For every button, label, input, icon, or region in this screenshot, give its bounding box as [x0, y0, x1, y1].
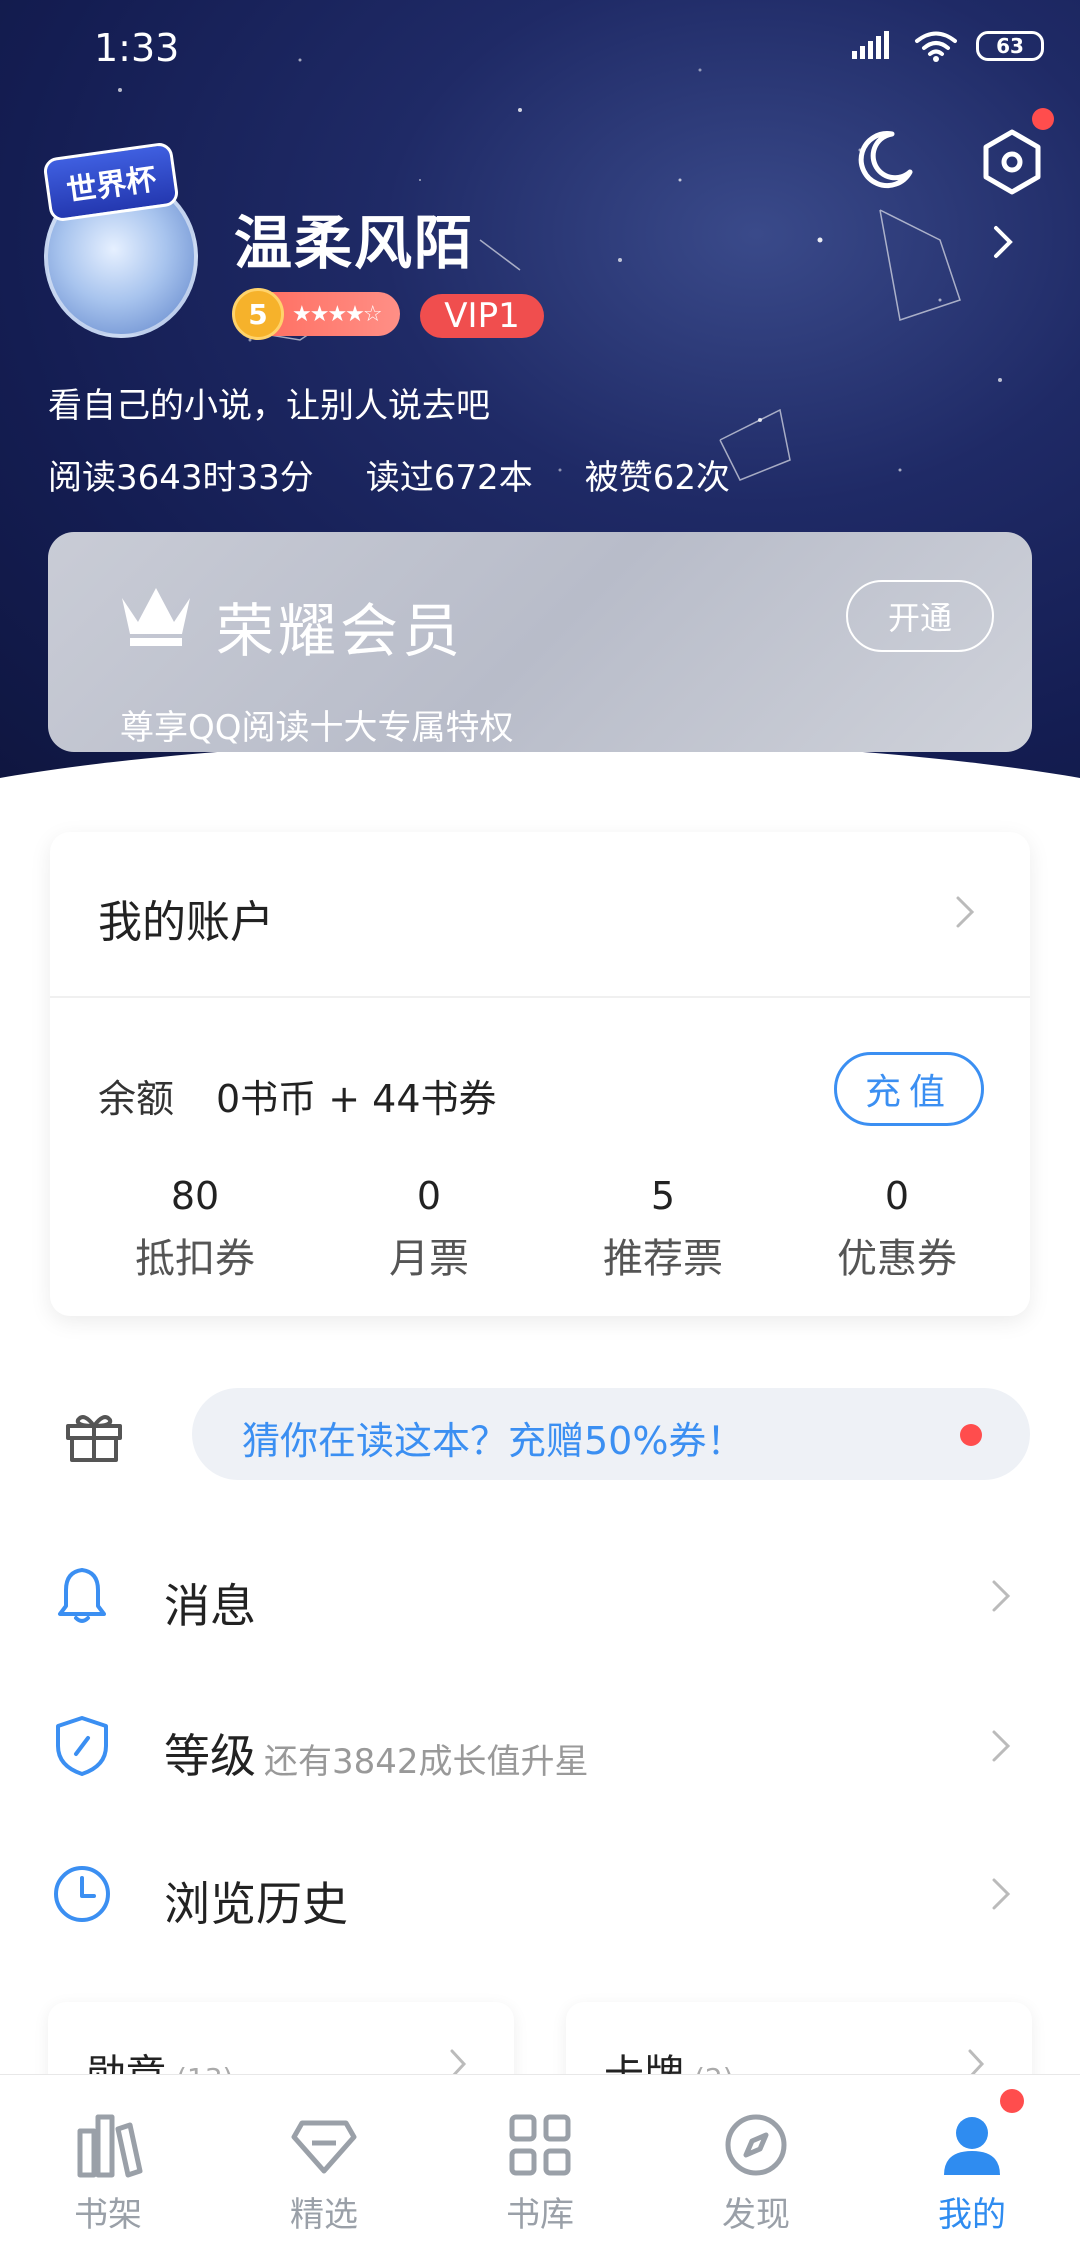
stat-value: 80 — [170, 1174, 220, 1218]
menu-label: 浏览历史 — [164, 1877, 348, 1931]
person-icon — [944, 2117, 1000, 2175]
stat-label: 抵扣券 — [135, 1235, 255, 1282]
stat-label: 优惠券 — [837, 1235, 957, 1282]
chevron-right-icon[interactable] — [954, 892, 978, 932]
books-read-stat: 读过672本 — [365, 458, 533, 498]
level-number: 5 — [232, 288, 284, 340]
promo-banner[interactable]: 猜你在读这本？充赠50%券！ — [192, 1388, 1030, 1480]
bell-icon — [58, 1568, 106, 1623]
vip-badge[interactable]: VIP1 — [420, 294, 544, 338]
status-icons: 63 — [852, 30, 1044, 62]
nav-discover[interactable]: 发现 — [648, 2075, 864, 2248]
bottom-nav: 书架 精选 书库 发现 我的 — [0, 2074, 1080, 2248]
grid-icon — [509, 2114, 571, 2176]
nav-library[interactable]: 书库 — [432, 2075, 648, 2248]
clock-icon — [54, 1866, 110, 1922]
balance-label: 余额 — [98, 1077, 175, 1121]
nav-label: 精选 — [290, 2195, 358, 2235]
account-card: 我的账户 余额 0书币 + 44书券 充值 80 抵扣券 0 月票 5 推荐票 … — [50, 832, 1030, 1316]
member-card[interactable]: 荣耀会员 尊享QQ阅读十大专属特权 开通 — [48, 532, 1032, 752]
read-time-stat: 阅读3643时33分 — [48, 458, 314, 498]
nav-me[interactable]: 我的 — [864, 2075, 1080, 2248]
nav-featured[interactable]: 精选 — [216, 2075, 432, 2248]
username[interactable]: 温柔风陌 — [234, 196, 474, 280]
recharge-button[interactable]: 充值 — [834, 1052, 984, 1126]
nav-notification-dot — [1000, 2089, 1024, 2113]
menu-item-messages[interactable]: 消息 — [0, 1540, 1080, 1650]
crown-icon — [122, 588, 190, 646]
member-subtitle: 尊享QQ阅读十大专属特权 — [120, 708, 514, 748]
stat-value: 5 — [650, 1174, 676, 1218]
level-badge[interactable]: 5 ★★★★☆ — [232, 288, 400, 340]
member-title: 荣耀会员 — [216, 597, 465, 665]
promo-text: 猜你在读这本？充赠50%券！ — [242, 1419, 745, 1463]
account-stats: 80 抵扣券 0 月票 5 推荐票 0 优惠券 — [50, 1174, 1030, 1284]
level-progress-hint: 还有3842成长值升星 — [264, 1742, 589, 1782]
compass-icon — [725, 2114, 787, 2176]
status-bar: 1:33 63 — [0, 0, 1080, 100]
stat-value: 0 — [416, 1174, 442, 1218]
nav-label: 书库 — [506, 2195, 574, 2235]
wifi-icon — [915, 31, 957, 62]
nav-bookshelf[interactable]: 书架 — [0, 2075, 216, 2248]
profile-bio: 看自己的小说，让别人说去吧 — [48, 386, 490, 426]
diamond-icon — [291, 2120, 357, 2174]
likes-stat: 被赞62次 — [584, 458, 730, 498]
balance-value: 0书币 + 44书券 — [216, 1077, 497, 1121]
night-mode-icon[interactable] — [852, 128, 916, 192]
nav-label: 发现 — [722, 2195, 790, 2235]
chevron-right-icon — [992, 1730, 1011, 1762]
coupon-stat[interactable]: 0 优惠券 — [780, 1174, 1014, 1284]
promo-notification-dot — [960, 1424, 982, 1446]
signal-icon — [852, 31, 889, 59]
shield-icon — [56, 1716, 108, 1776]
menu-label: 消息 — [164, 1579, 256, 1633]
settings-notification-dot — [1032, 108, 1054, 130]
account-title[interactable]: 我的账户 — [98, 886, 274, 950]
settings-icon[interactable] — [980, 128, 1044, 196]
nav-label: 我的 — [938, 2195, 1006, 2235]
open-membership-button[interactable]: 开通 — [846, 580, 994, 652]
menu-item-history[interactable]: 浏览历史 — [0, 1838, 1080, 1948]
stat-label: 月票 — [389, 1235, 469, 1282]
bookshelf-icon — [77, 2114, 143, 2178]
recommend-ticket-stat[interactable]: 5 推荐票 — [546, 1174, 780, 1284]
chevron-right-icon — [992, 1878, 1011, 1910]
battery-icon: 63 — [976, 31, 1044, 61]
divider — [50, 996, 1030, 998]
profile-stats: 阅读3643时33分 读过672本 被赞62次 — [48, 450, 730, 499]
nav-label: 书架 — [74, 2195, 142, 2235]
menu-item-level[interactable]: 等级 还有3842成长值升星 — [0, 1690, 1080, 1800]
monthly-ticket-stat[interactable]: 0 月票 — [312, 1174, 546, 1284]
menu-label: 等级 — [164, 1729, 256, 1783]
voucher-stat[interactable]: 80 抵扣券 — [78, 1174, 312, 1284]
gift-icon — [66, 1415, 122, 1462]
chevron-right-icon[interactable] — [988, 222, 1018, 262]
stat-value: 0 — [884, 1174, 910, 1218]
stat-label: 推荐票 — [603, 1235, 723, 1282]
level-stars: ★★★★☆ — [292, 301, 383, 327]
status-time: 1:33 — [94, 26, 180, 70]
chevron-right-icon — [992, 1580, 1011, 1612]
